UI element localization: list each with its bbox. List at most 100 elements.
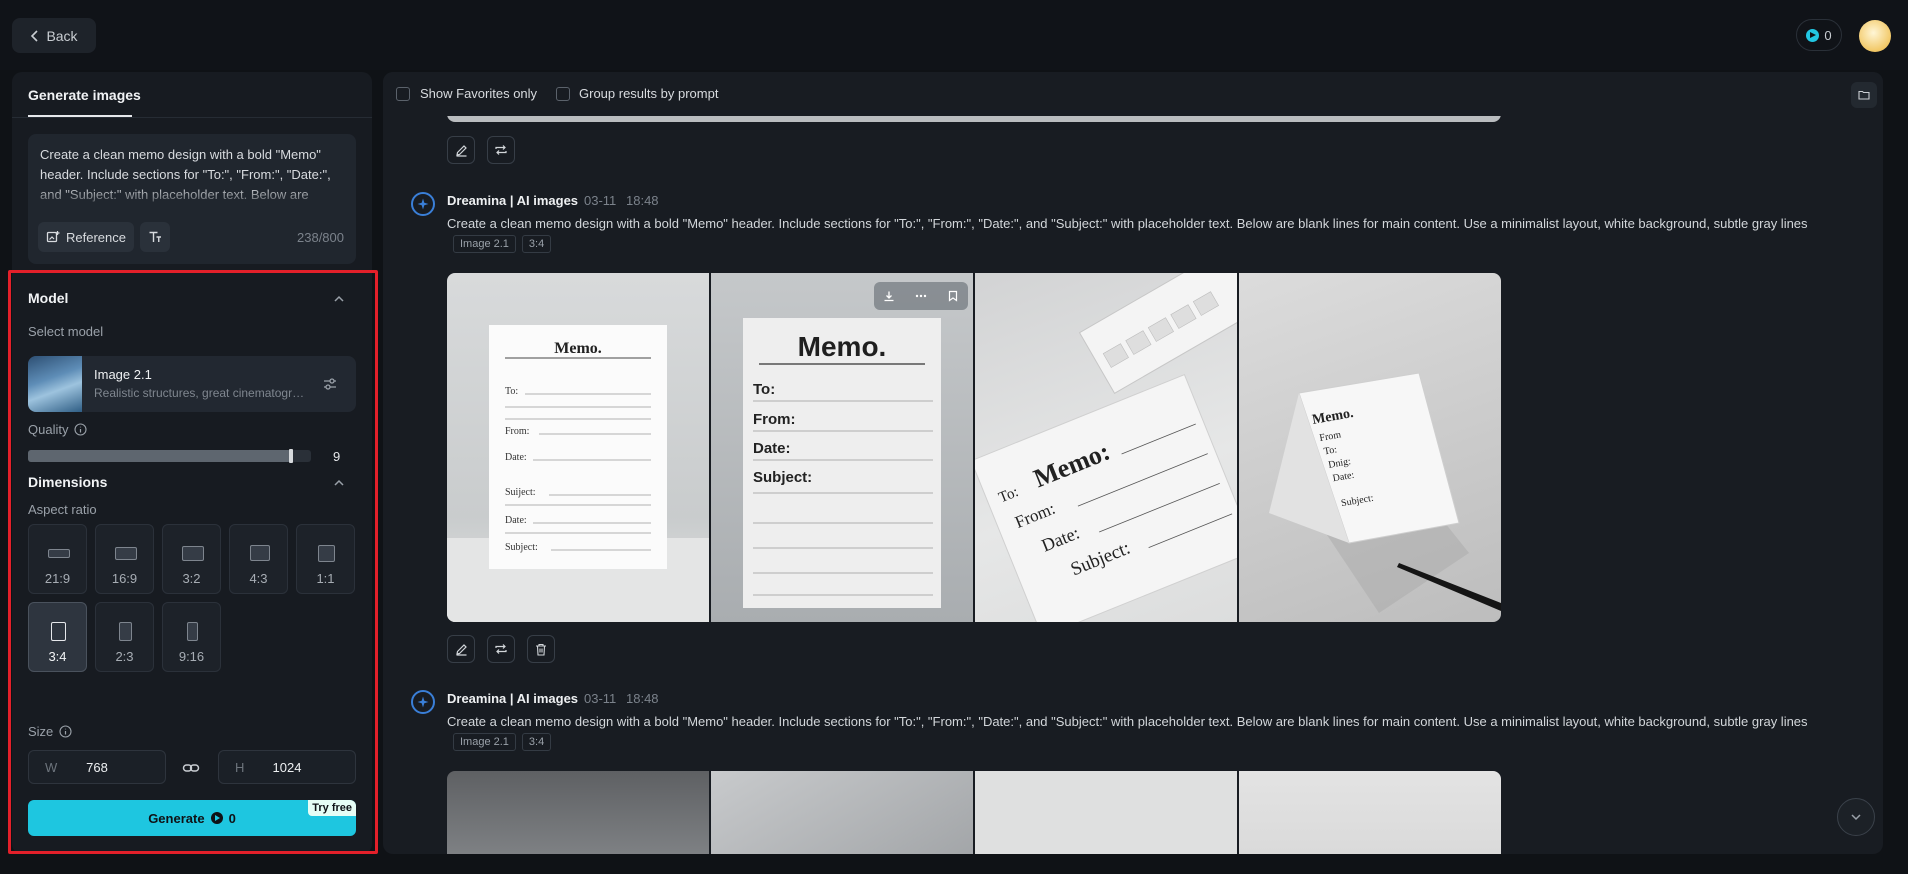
text-style-button[interactable]	[140, 222, 170, 252]
info-icon[interactable]	[74, 423, 88, 436]
height-value[interactable]: 1024	[219, 760, 355, 775]
brand-name: Dreamina | AI images	[447, 691, 579, 706]
delete-button[interactable]	[527, 635, 555, 663]
trash-icon	[536, 643, 546, 656]
generation-time: 18:48	[626, 691, 659, 706]
chevron-up-icon[interactable]	[332, 476, 346, 490]
aspect-ratio-option[interactable]: 4:3	[229, 524, 288, 594]
aspect-ratio-shape	[51, 621, 66, 641]
quality-label: Quality	[28, 422, 69, 437]
group-by-prompt-checkbox[interactable]	[556, 87, 570, 101]
memo-field: From:	[505, 426, 529, 437]
generated-image[interactable]	[711, 771, 973, 854]
scroll-down-button[interactable]	[1837, 798, 1875, 836]
back-label: Back	[46, 27, 78, 44]
link-icon[interactable]	[182, 759, 200, 777]
folder-icon	[1858, 90, 1870, 100]
memo-field: From:	[753, 411, 796, 428]
aspect-ratio-option[interactable]: 2:3	[95, 602, 154, 672]
memo-field: Date:	[505, 515, 527, 526]
generated-image[interactable]	[975, 771, 1237, 854]
tab-generate-images[interactable]: Generate images	[28, 87, 141, 103]
generate-cost: 0	[228, 810, 236, 826]
model-section-title: Model	[28, 290, 69, 306]
aspect-ratio-label: 16:9	[111, 571, 138, 586]
memo-field: To:	[505, 386, 518, 397]
pencil-icon	[455, 144, 467, 157]
download-icon[interactable]	[883, 290, 895, 302]
chevron-left-icon	[31, 29, 39, 42]
aspect-ratio-shape	[318, 544, 335, 562]
dreamina-logo-icon	[411, 690, 435, 714]
model-selector[interactable]: Image 2.1 Realistic structures, great ci…	[28, 356, 356, 412]
aspect-ratio-label: 1:1	[316, 571, 335, 586]
select-model-label: Select model	[28, 324, 104, 339]
memo-field: Date:	[753, 440, 791, 457]
memo-field: Subject:	[753, 469, 812, 486]
size-label-row: Size	[28, 724, 72, 739]
aspect-ratio-label: 3:2	[182, 571, 201, 586]
aspect-ratio-shape	[187, 621, 198, 641]
generated-image[interactable]: Memo: To: From: Date: Subject:	[975, 273, 1237, 622]
generated-image[interactable]: Memo. To: From: Date: Suiject: Date: Sub…	[447, 273, 709, 622]
panel-tabs: Generate images	[12, 72, 372, 118]
aspect-ratio-option[interactable]: 3:2	[162, 524, 221, 594]
memo-image-3: Memo: To: From: Date: Subject:	[975, 273, 1237, 622]
credits-badge[interactable]: 0	[1796, 19, 1842, 51]
width-input[interactable]: W 768	[28, 750, 166, 784]
info-icon[interactable]	[59, 725, 72, 738]
aspect-ratio-shape	[114, 546, 137, 560]
model-tag: Image 2.1	[453, 235, 516, 253]
show-favorites-checkbox[interactable]	[396, 87, 410, 101]
generated-image[interactable]: Memo. From To: Dnig: Date: Subject:	[1239, 273, 1501, 622]
memo-field: To:	[753, 381, 775, 398]
pencil-icon	[455, 643, 467, 656]
edit-button[interactable]	[447, 635, 475, 663]
folder-button[interactable]	[1851, 82, 1877, 108]
generation-date: 03-11	[584, 691, 617, 706]
reference-label: Reference	[66, 229, 126, 245]
memo-image-4: Memo. From To: Dnig: Date: Subject:	[1269, 372, 1501, 613]
image-grid	[447, 771, 1501, 854]
reference-button[interactable]: Reference	[38, 222, 134, 252]
chevron-up-icon[interactable]	[332, 292, 346, 306]
credit-coin-icon	[1806, 28, 1820, 42]
aspect-ratio-option[interactable]: 9:16	[162, 602, 221, 672]
generated-image[interactable]	[1239, 771, 1501, 854]
brand-name: Dreamina | AI images	[447, 193, 579, 208]
chevron-down-icon	[1851, 814, 1861, 821]
aspect-ratio-label: 9:16	[178, 649, 205, 664]
regenerate-button[interactable]	[487, 136, 515, 164]
quality-slider-handle[interactable]	[289, 449, 294, 463]
generated-image[interactable]: Memo. To: From: Date: Subject:	[711, 273, 973, 622]
bookmark-icon[interactable]	[947, 290, 959, 302]
height-input[interactable]: H 1024	[218, 750, 356, 784]
aspect-ratio-shape	[119, 621, 132, 641]
aspect-ratio-option[interactable]: 1:1	[296, 524, 355, 594]
width-value[interactable]: 768	[29, 760, 165, 775]
model-tag: Image 2.1	[453, 733, 516, 751]
avatar[interactable]	[1859, 20, 1891, 52]
back-button[interactable]: Back	[12, 18, 96, 53]
dimensions-section-title: Dimensions	[28, 474, 108, 490]
memo-field: To:	[1323, 444, 1338, 457]
memo-image-2: Memo. To: From: Date: Subject:	[743, 318, 941, 608]
generated-image[interactable]	[447, 771, 709, 854]
repeat-icon	[495, 644, 507, 654]
results-panel: Show Favorites only Group results by pro…	[383, 72, 1883, 854]
more-icon[interactable]	[914, 290, 928, 302]
generate-button[interactable]: Generate 0 Try free	[28, 800, 356, 836]
regenerate-button[interactable]	[487, 635, 515, 663]
aspect-ratio-label: Aspect ratio	[28, 502, 97, 517]
aspect-ratio-option[interactable]: 16:9	[95, 524, 154, 594]
aspect-ratio-label: 3:4	[48, 649, 67, 664]
text-format-icon	[149, 231, 161, 242]
aspect-ratio-shape	[249, 545, 270, 561]
edit-button[interactable]	[447, 136, 475, 164]
quality-slider[interactable]	[28, 449, 311, 463]
aspect-ratio-option[interactable]: 21:9	[28, 524, 87, 594]
prompt-input[interactable]: Create a clean memo design with a bold "…	[28, 134, 356, 264]
model-thumbnail	[28, 356, 82, 412]
aspect-ratio-option[interactable]: 3:4	[28, 602, 87, 672]
sliders-icon[interactable]	[322, 376, 338, 392]
